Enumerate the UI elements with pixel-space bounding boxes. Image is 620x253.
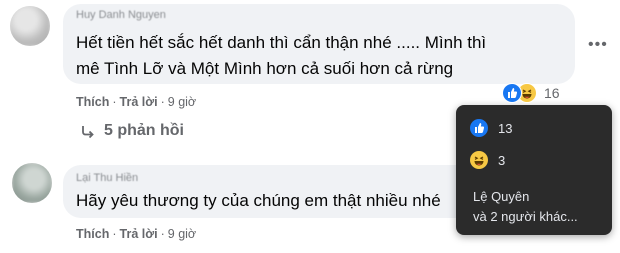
reply-action[interactable]: Trả lời	[120, 227, 158, 241]
reply-action[interactable]: Trả lời	[120, 95, 158, 109]
comment-author[interactable]: Lại Thu Hiền	[76, 172, 138, 184]
like-count: 13	[498, 121, 513, 136]
like-reaction-icon	[502, 83, 522, 103]
comment-text-line: mê Tình Lỡ và Một Mình hơn cả suối hơn c…	[76, 59, 454, 78]
commenter-avatar[interactable]	[12, 163, 52, 203]
comment-time[interactable]: 9 giờ	[168, 227, 196, 241]
like-reaction-icon	[470, 119, 488, 137]
like-action[interactable]: Thích	[76, 95, 109, 109]
comment-text-line: Hết tiền hết sắc hết danh thì cẩn thận n…	[76, 33, 487, 52]
haha-count: 3	[498, 153, 506, 168]
reactor-others: và 2 người khác...	[473, 209, 578, 224]
comment-author[interactable]: Huy Danh Nguyen	[76, 9, 166, 21]
comment-text-line: Hãy yêu thương ty của chúng em thật nhiề…	[76, 191, 441, 210]
comment-time[interactable]: 9 giờ	[168, 95, 196, 109]
haha-reaction-icon	[470, 151, 488, 169]
reply-arrow-icon	[82, 126, 94, 139]
reactor-name: Lệ Quyên	[473, 189, 530, 204]
reaction-count: 16	[544, 85, 560, 101]
commenter-avatar[interactable]	[10, 6, 50, 46]
replies-count-label: 5 phản hồi	[104, 122, 184, 139]
view-replies-link[interactable]: 5 phản hồi	[80, 122, 220, 142]
reactor-names: Lệ Quyên và 2 người khác...	[473, 187, 578, 227]
like-action[interactable]: Thích	[76, 227, 109, 241]
reactions-tooltip: 13 3 Lệ Quyên và 2 người khác...	[456, 105, 612, 235]
comment-actions: Thích · Trả lời · 9 giờ	[76, 227, 197, 241]
more-options-icon[interactable]: •••	[588, 36, 608, 54]
comment-actions: Thích · Trả lời · 9 giờ	[76, 95, 197, 109]
